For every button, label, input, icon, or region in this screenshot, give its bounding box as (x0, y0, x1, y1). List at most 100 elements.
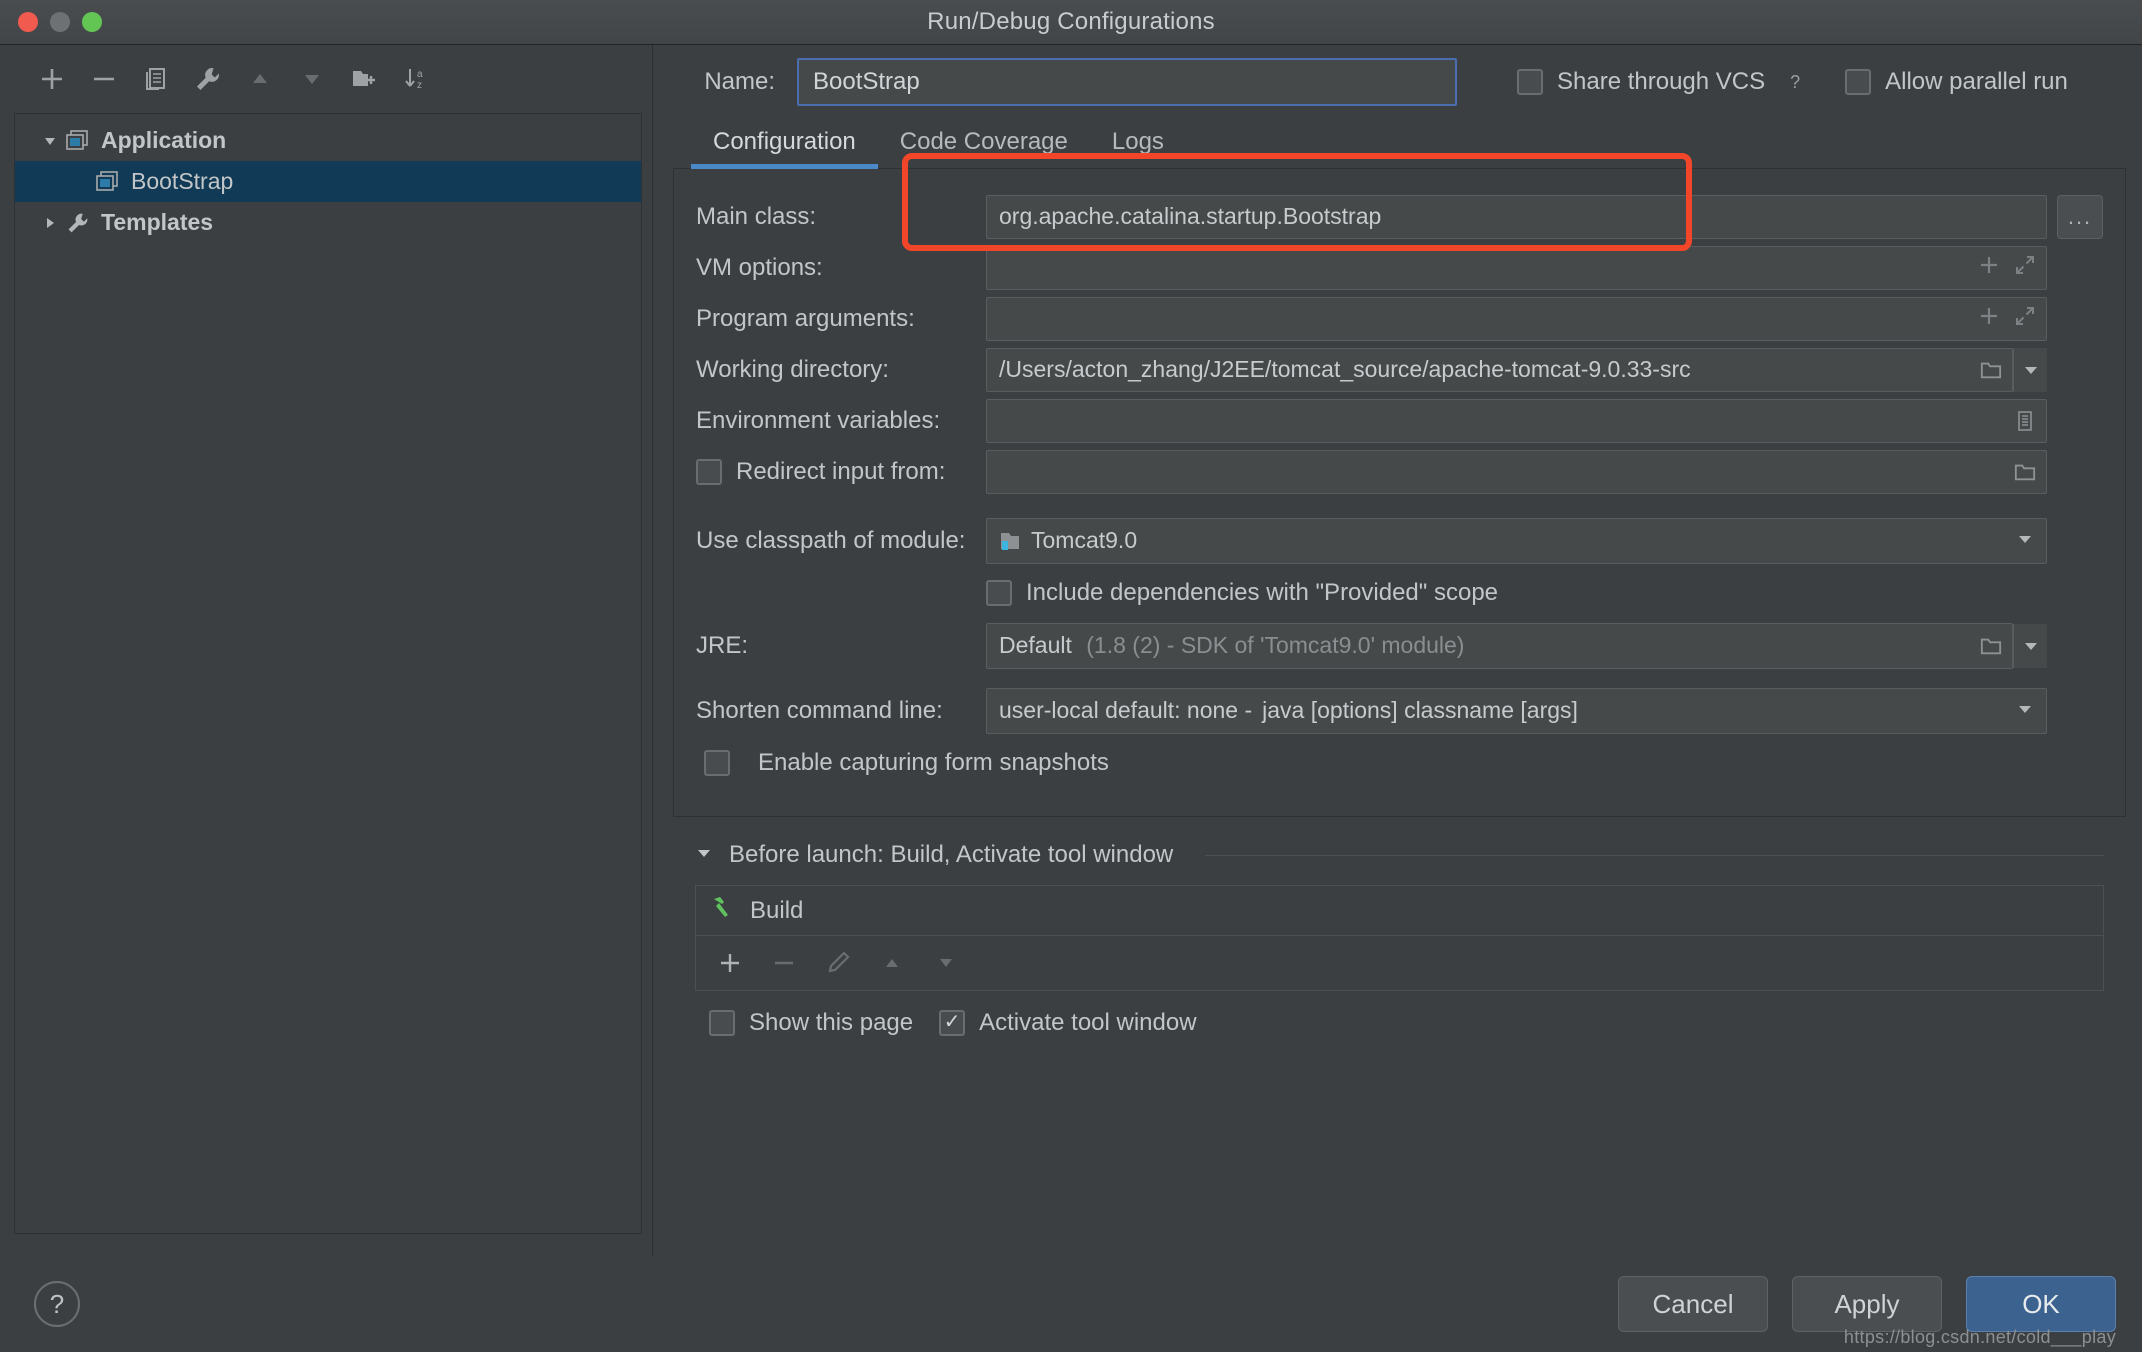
include-provided-row: Include dependencies with "Provided" sco… (696, 566, 2103, 620)
include-provided-checkbox[interactable] (986, 580, 1012, 606)
traffic-lights (0, 12, 102, 32)
add-task-button[interactable] (708, 941, 752, 985)
tab-configuration[interactable]: Configuration (691, 128, 878, 169)
plus-icon[interactable] (1978, 254, 2000, 282)
create-folder-button[interactable] (342, 57, 386, 101)
environment-variables-input[interactable] (986, 398, 2047, 443)
sort-az-icon[interactable]: a z (394, 57, 438, 101)
working-directory-input[interactable]: /Users/acton_zhang/J2EE/tomcat_source/ap… (986, 347, 2013, 392)
enable-capturing-label: Enable capturing form snapshots (758, 749, 1109, 776)
ok-button[interactable]: OK (1966, 1276, 2116, 1332)
zoom-window-button[interactable] (82, 12, 102, 32)
move-task-up-button[interactable] (870, 941, 914, 985)
configurations-pane: a z Application BootStrap Templates (0, 45, 653, 1256)
redirect-input-checkbox[interactable] (696, 458, 722, 485)
minimize-window-button[interactable] (50, 12, 70, 32)
copy-configuration-button[interactable] (134, 57, 178, 101)
tab-logs[interactable]: Logs (1090, 128, 1186, 168)
folder-icon[interactable] (1980, 635, 2002, 657)
before-launch-options: Show this page Activate tool window (695, 991, 2104, 1037)
expand-icon[interactable] (2014, 305, 2036, 333)
cancel-button[interactable]: Cancel (1618, 1276, 1768, 1332)
edit-templates-wrench-icon[interactable] (186, 57, 230, 101)
working-directory-dropdown[interactable] (2013, 347, 2047, 392)
dialog-body: a z Application BootStrap Templates Name… (0, 45, 2142, 1352)
tree-item-templates[interactable]: Templates (15, 202, 641, 243)
folder-icon[interactable] (1980, 359, 2002, 381)
name-label: Name: (704, 68, 775, 95)
vm-options-label: VM options: (696, 253, 823, 281)
enable-capturing-row: Enable capturing form snapshots (696, 736, 2103, 790)
edit-task-pencil-icon[interactable] (816, 941, 860, 985)
before-launch-title: Before launch: Build, Activate tool wind… (729, 841, 1174, 868)
allow-parallel-run-checkbox[interactable] (1845, 69, 1872, 95)
module-icon (999, 530, 1021, 552)
chevron-down-icon[interactable] (2016, 530, 2034, 551)
share-through-vcs-checkbox[interactable] (1517, 69, 1543, 95)
window-title: Run/Debug Configurations (927, 8, 1215, 35)
configurations-tree[interactable]: Application BootStrap Templates (14, 113, 642, 1234)
configuration-form: Main class: org.apache.catalina.startup.… (673, 153, 2126, 817)
tab-code-coverage[interactable]: Code Coverage (878, 128, 1090, 168)
add-configuration-button[interactable] (30, 57, 74, 101)
move-task-down-button[interactable] (924, 941, 968, 985)
plus-icon[interactable] (1978, 305, 2000, 333)
activate-tool-window-label: Activate tool window (979, 1009, 1197, 1036)
folder-icon[interactable] (2014, 461, 2036, 483)
before-launch-header[interactable]: Before launch: Build, Activate tool wind… (695, 841, 2104, 869)
enable-capturing-checkbox[interactable] (704, 750, 730, 776)
chevron-down-icon[interactable] (695, 841, 713, 869)
shorten-command-line-row: Shorten command line: user-local default… (696, 685, 2103, 736)
remove-configuration-button[interactable] (82, 57, 126, 101)
chevron-down-icon[interactable] (2016, 700, 2034, 721)
move-down-button[interactable] (290, 57, 334, 101)
name-input[interactable]: BootStrap (797, 58, 1457, 106)
remove-task-button[interactable] (762, 941, 806, 985)
activate-tool-window-checkbox[interactable] (939, 1010, 966, 1036)
close-window-button[interactable] (18, 12, 38, 32)
program-arguments-input[interactable] (986, 296, 2047, 341)
before-launch-task-build[interactable]: Build (696, 886, 2103, 936)
question-icon[interactable]: ? (34, 1281, 80, 1327)
vm-options-input[interactable] (986, 245, 2047, 290)
jre-value: Default (999, 632, 1072, 658)
shorten-command-line-combo[interactable]: user-local default: none - java [options… (986, 687, 2047, 734)
main-class-row: Main class: org.apache.catalina.startup.… (696, 191, 2103, 242)
redirect-input-field[interactable] (986, 449, 2047, 494)
name-row: Name: BootStrap Share through VCS ? Allo… (673, 45, 2126, 113)
jre-input[interactable]: Default (1.8 (2) - SDK of 'Tomcat9.0' mo… (986, 622, 2013, 669)
svg-text:a: a (417, 69, 423, 80)
browse-main-class-button[interactable]: ... (2057, 194, 2103, 239)
wrench-icon (65, 211, 99, 235)
main-class-input[interactable]: org.apache.catalina.startup.Bootstrap (986, 194, 2047, 239)
tree-item-application[interactable]: Application (15, 120, 641, 161)
jre-dropdown[interactable] (2013, 623, 2047, 668)
allow-parallel-run-label: Allow parallel run (1885, 68, 2068, 95)
list-icon[interactable] (2014, 410, 2036, 432)
tree-item-label: Application (101, 127, 227, 153)
jre-label: JRE: (696, 631, 749, 659)
watermark: https://blog.csdn.net/cold___play (1843, 1327, 2116, 1347)
share-through-vcs-label: Share through VCS (1557, 68, 1766, 95)
redirect-input-row: Redirect input from: (696, 446, 2103, 497)
tree-item-label: Templates (101, 209, 214, 235)
use-classpath-of-module-label: Use classpath of module: (696, 526, 966, 554)
run-debug-configurations-dialog: Run/Debug Configurations a z Application… (0, 0, 2142, 1352)
expand-icon[interactable] (2014, 254, 2036, 282)
before-launch-toolbar (696, 936, 2103, 990)
chevron-right-icon[interactable] (35, 215, 65, 231)
use-classpath-of-module-combo[interactable]: Tomcat9.0 (986, 517, 2047, 564)
working-directory-label: Working directory: (696, 355, 889, 383)
chevron-down-icon[interactable] (35, 133, 65, 149)
move-up-button[interactable] (238, 57, 282, 101)
dialog-buttons: Cancel Apply OK (1618, 1276, 2116, 1332)
vm-options-row: VM options: (696, 242, 2103, 293)
show-this-page-checkbox[interactable] (709, 1010, 735, 1036)
before-launch-section: Before launch: Build, Activate tool wind… (673, 817, 2126, 1037)
before-launch-task-label: Build (750, 896, 804, 924)
before-launch-task-list[interactable]: Build (695, 885, 2104, 991)
apply-button[interactable]: Apply (1792, 1276, 1942, 1332)
shorten-command-line-label: Shorten command line: (696, 696, 943, 724)
help-icon[interactable]: ? (1781, 68, 1809, 96)
tree-item-bootstrap[interactable]: BootStrap (15, 161, 641, 202)
